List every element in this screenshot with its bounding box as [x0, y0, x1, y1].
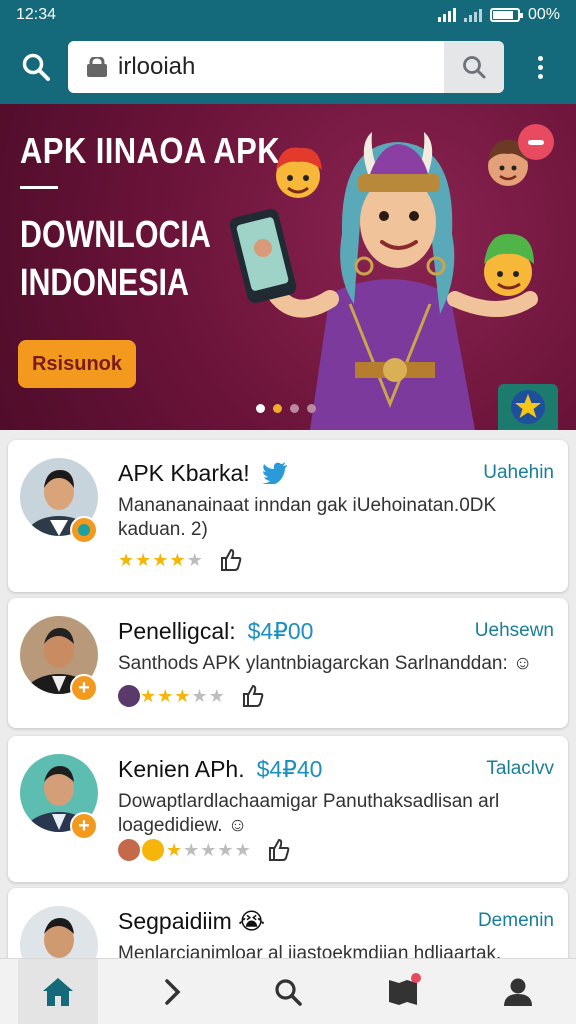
search-button[interactable]: [14, 45, 58, 89]
minus-icon: [528, 139, 544, 145]
address-text[interactable]: irlooiah: [118, 53, 444, 81]
plus-badge-icon: +: [70, 812, 98, 840]
card-meta: ★ ★ ★ ★ ★: [118, 838, 291, 862]
lock-icon: [86, 55, 108, 77]
card-description: Santhods APK ylantnbiagarckan Sarlnandda…: [118, 653, 533, 674]
star-empty-icon: ★: [200, 839, 217, 860]
status-bar: 12:34 00%: [0, 0, 576, 30]
app-badge-icon[interactable]: [498, 384, 558, 430]
thumbs-up-icon[interactable]: [241, 684, 265, 708]
card-title: Kenien APh.: [118, 756, 245, 782]
app-card[interactable]: Segpaidiim 😭 Demenin Menlarcianimloar al…: [8, 888, 568, 968]
bottom-navigation: [0, 958, 576, 1024]
carousel-dot[interactable]: [290, 404, 299, 413]
app-card[interactable]: + Penelligcal: $4₽00 Uehsewn Santhods APK…: [8, 598, 568, 728]
rating-stars: ★ ★ ★ ★ ★: [118, 550, 203, 571]
rating-stars: ★ ★ ★ ★ ★: [166, 840, 251, 861]
plus-badge-icon: +: [70, 674, 98, 702]
nav-search[interactable]: [248, 959, 328, 1024]
battery-percent: 00%: [527, 6, 560, 23]
address-bar[interactable]: irlooiah: [68, 41, 504, 93]
app-card[interactable]: + Kenien APh. $4₽40 Talaclvv Dowaptlardla…: [8, 736, 568, 882]
status-icons: 00%: [437, 6, 560, 24]
card-action-link[interactable]: Demenin: [478, 910, 554, 932]
star-empty-icon: ★: [208, 685, 225, 706]
wifi-signal-icon: [463, 8, 482, 22]
card-meta: ★ ★ ★ ★ ★: [118, 684, 265, 708]
card-action-link[interactable]: Talaclvv: [486, 758, 554, 780]
nav-forward[interactable]: [133, 959, 213, 1024]
home-icon: [42, 977, 73, 1006]
star-filled-icon: ★: [169, 549, 186, 570]
star-filled-icon: ★: [140, 685, 157, 706]
promo-banner[interactable]: APK IINAOA APK DOWNLOCIA INDONESIA Rsisu…: [0, 104, 576, 430]
thumbs-up-icon[interactable]: [219, 548, 243, 572]
star-filled-icon: ★: [118, 549, 135, 570]
carousel-dot[interactable]: [307, 404, 316, 413]
twitter-bird-icon: [262, 462, 288, 486]
reviewer-avatar: [118, 685, 140, 707]
banner-close-button[interactable]: [518, 124, 554, 160]
star-empty-icon: ★: [186, 549, 203, 570]
banner-subtitle-line2: INDONESIA: [20, 262, 189, 304]
search-icon: [22, 53, 50, 81]
carousel-dot[interactable]: [273, 404, 282, 413]
signal-icon: [437, 8, 456, 22]
card-description: Dowaptlardlachaamigar Panuthaksadlisan a…: [118, 791, 500, 836]
star-empty-icon: ★: [234, 839, 251, 860]
card-price: $4₽00: [247, 618, 314, 644]
star-empty-icon: ★: [217, 839, 234, 860]
card-price: $4₽40: [256, 756, 323, 782]
card-action-link[interactable]: Uehsewn: [475, 620, 554, 642]
thumbs-up-icon[interactable]: [267, 838, 291, 862]
profile-icon: [504, 978, 533, 1006]
whatsapp-badge-icon: [70, 516, 98, 544]
star-filled-icon: ★: [152, 549, 169, 570]
star-filled-icon: ★: [157, 685, 174, 706]
more-menu-icon[interactable]: [518, 45, 562, 89]
carousel-indicator[interactable]: [256, 404, 316, 413]
status-time: 12:34: [16, 6, 57, 23]
banner-subtitle-line1: DOWNLOCIA: [20, 214, 211, 256]
card-action-link[interactable]: Uahehin: [483, 462, 554, 484]
star-globe-icon: [511, 390, 545, 424]
card-meta: ★ ★ ★ ★ ★: [118, 548, 243, 572]
banner-cta-button[interactable]: Rsisunok: [18, 340, 136, 388]
banner-divider: [20, 186, 58, 189]
star-empty-icon: ★: [183, 839, 200, 860]
nav-bookmarks[interactable]: [363, 959, 443, 1024]
star-filled-icon: ★: [174, 685, 191, 706]
forward-icon: [165, 978, 181, 1005]
nav-home[interactable]: [17, 958, 98, 1024]
card-title: Segpaidiim 😭: [118, 908, 266, 934]
reviewer-avatar: [118, 839, 140, 861]
banner-illustration: [230, 132, 538, 430]
star-filled-icon: ★: [166, 839, 183, 860]
star-filled-icon: ★: [135, 549, 152, 570]
battery-icon: [489, 8, 523, 22]
notification-dot: [411, 972, 422, 983]
nav-profile[interactable]: [478, 959, 558, 1024]
carousel-dot[interactable]: [256, 404, 265, 413]
emoji-reaction-icon: [142, 839, 164, 861]
star-empty-icon: ★: [191, 685, 208, 706]
card-description: Manananainaat inndan gak iUehoinatan.0DK…: [118, 495, 497, 540]
rating-stars: ★ ★ ★ ★ ★: [140, 686, 225, 707]
search-icon: [275, 978, 302, 1006]
app-card[interactable]: APK Kbarka! Uahehin Manananainaat inndan…: [8, 440, 568, 592]
top-app-bar: irlooiah: [0, 30, 576, 104]
card-title: APK Kbarka!: [118, 460, 250, 486]
address-search-button[interactable]: [444, 41, 504, 93]
card-title: Penelligcal:: [118, 618, 236, 644]
search-icon: [463, 56, 486, 79]
